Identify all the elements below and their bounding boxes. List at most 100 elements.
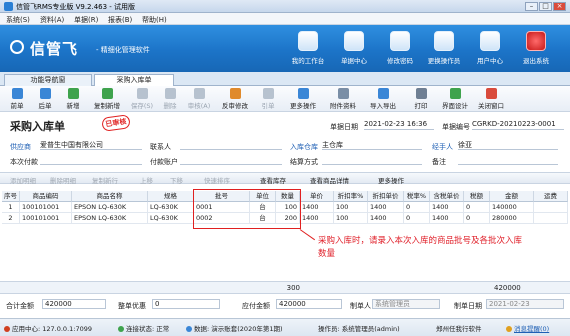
- attachments-button[interactable]: 附件资料: [325, 88, 361, 110]
- discount-field[interactable]: 0: [152, 299, 220, 309]
- handler-field[interactable]: 徐亚: [458, 140, 558, 150]
- more-icon: [297, 88, 309, 99]
- ui-design-button[interactable]: 界面设计: [437, 88, 473, 110]
- close-icon[interactable]: ×: [553, 2, 566, 11]
- cell-name[interactable]: EPSON LQ-630K: [72, 213, 148, 224]
- menu-bills[interactable]: 单据(R): [74, 15, 98, 25]
- add-row-button[interactable]: 添加明细: [10, 175, 36, 185]
- cell-freight[interactable]: [534, 202, 568, 213]
- menu-data[interactable]: 资料(A): [40, 15, 64, 25]
- col-header[interactable]: 商品编码: [20, 191, 72, 202]
- import-export-button[interactable]: 导入导出: [361, 88, 405, 110]
- print-button[interactable]: 打印: [405, 88, 437, 110]
- col-header[interactable]: 含税单价: [430, 191, 464, 202]
- copy-new-button[interactable]: 复制新增: [87, 88, 127, 110]
- cell-tax-rate[interactable]: 0: [404, 202, 430, 213]
- warehouse-field[interactable]: 主仓库: [322, 140, 422, 150]
- menu-help[interactable]: 帮助(H): [142, 15, 167, 25]
- message-link[interactable]: 消息提醒(0): [506, 323, 549, 333]
- copy-row-button[interactable]: 复制新行: [92, 175, 118, 185]
- cell-discount-price[interactable]: 1400: [368, 202, 404, 213]
- cell-discount[interactable]: 100: [334, 202, 368, 213]
- payable-field[interactable]: 420000: [276, 299, 342, 309]
- col-header[interactable]: 运费: [534, 191, 568, 202]
- prev-bill-button[interactable]: 前单: [3, 88, 31, 110]
- tab-navigation[interactable]: 功能导航窗: [4, 74, 92, 86]
- account-field[interactable]: [180, 155, 282, 165]
- exit-button[interactable]: 退出系统: [518, 31, 554, 69]
- view-stock-button[interactable]: 查看库存: [260, 175, 286, 185]
- change-password-button[interactable]: 修改密码: [382, 31, 418, 69]
- handler-label[interactable]: 经手人: [432, 142, 453, 152]
- cell-spec[interactable]: LQ-630K: [148, 213, 194, 224]
- minimize-icon[interactable]: –: [525, 2, 538, 11]
- menu-system[interactable]: 系统(S): [6, 15, 30, 25]
- col-header[interactable]: 折扣率%: [334, 191, 368, 202]
- unaudit-button[interactable]: 反审修改: [215, 88, 255, 110]
- cell-tax-rate[interactable]: 0: [404, 213, 430, 224]
- new-button[interactable]: 新增: [59, 88, 87, 110]
- workbench-button[interactable]: 我的工作台: [290, 31, 326, 69]
- cell-tax-amount[interactable]: 0: [464, 202, 490, 213]
- next-bill-button[interactable]: 后单: [31, 88, 59, 110]
- detail-more-button[interactable]: 更多操作: [378, 175, 404, 185]
- view-product-button[interactable]: 查看商品详情: [310, 175, 349, 185]
- cell-name[interactable]: EPSON LQ-630K: [72, 202, 148, 213]
- col-header[interactable]: 折扣单价: [368, 191, 404, 202]
- date-field[interactable]: 2021-02-23 16:36: [364, 120, 434, 130]
- remark-field[interactable]: [458, 155, 558, 165]
- cell-discount-price[interactable]: 1400: [368, 213, 404, 224]
- maximize-icon[interactable]: □: [539, 2, 552, 11]
- col-header[interactable]: 税率%: [404, 191, 430, 202]
- cell-price[interactable]: 1400: [300, 213, 334, 224]
- menu-reports[interactable]: 报表(B): [108, 15, 132, 25]
- col-header[interactable]: 单价: [300, 191, 334, 202]
- maker-field[interactable]: 系统管理员: [372, 299, 440, 309]
- cell-price[interactable]: 1400: [300, 202, 334, 213]
- import-export-icon: [377, 88, 389, 99]
- cell-spec[interactable]: LQ-630K: [148, 202, 194, 213]
- save-button[interactable]: 保存(S): [127, 88, 157, 110]
- make-date-field[interactable]: 2021-02-23: [486, 299, 564, 309]
- tab-purchase-inbound[interactable]: 采购入库单: [94, 74, 174, 86]
- cell-amount[interactable]: 280000: [490, 213, 534, 224]
- total-field[interactable]: 420000: [42, 299, 106, 309]
- payment-field[interactable]: [40, 155, 142, 165]
- supplier-label[interactable]: 供应商: [10, 142, 31, 152]
- supplier-field[interactable]: 爱普生中国有限公司: [40, 140, 142, 150]
- cell-code[interactable]: 100101001: [20, 202, 72, 213]
- quick-sort-button[interactable]: 快速排序: [204, 175, 230, 185]
- arrow-left-icon: [11, 88, 23, 99]
- import-bill-button[interactable]: 引单: [255, 88, 281, 110]
- plus-icon: [67, 88, 79, 99]
- move-up-button[interactable]: 上移: [140, 175, 153, 185]
- delete-button[interactable]: 删除: [157, 88, 183, 110]
- cell-code[interactable]: 100101001: [20, 213, 72, 224]
- user-icon: [480, 31, 500, 51]
- settle-field[interactable]: [322, 155, 422, 165]
- cell-amount[interactable]: 140000: [490, 202, 534, 213]
- switch-operator-button[interactable]: 更换操作员: [426, 31, 462, 69]
- cell-tax-price[interactable]: 1400: [430, 202, 464, 213]
- col-header[interactable]: 商品名称: [72, 191, 148, 202]
- cell-freight[interactable]: [534, 213, 568, 224]
- bill-no-field[interactable]: CGRKD-20210223-0001: [472, 120, 564, 130]
- col-header[interactable]: 金额: [490, 191, 534, 202]
- contact-field[interactable]: [180, 140, 282, 150]
- col-header[interactable]: 税额: [464, 191, 490, 202]
- detail-toolbar: 添加明细 删除明细 复制新行 上移 下移 快速排序 查看库存 查看商品详情 更多…: [0, 172, 570, 185]
- cell-tax-price[interactable]: 1400: [430, 213, 464, 224]
- user-center-button[interactable]: 用户中心: [472, 31, 508, 69]
- close-window-button[interactable]: 关闭窗口: [473, 88, 509, 110]
- warehouse-label[interactable]: 入库仓库: [290, 142, 318, 152]
- bill-center-button[interactable]: 单据中心: [336, 31, 372, 69]
- audit-button[interactable]: 审核(A): [183, 88, 215, 110]
- move-down-button[interactable]: 下移: [170, 175, 183, 185]
- cell-tax-amount[interactable]: 0: [464, 213, 490, 224]
- col-header[interactable]: 序号: [2, 191, 20, 202]
- col-header[interactable]: 规格: [148, 191, 194, 202]
- more-actions-button[interactable]: 更多操作: [281, 88, 325, 110]
- cell-discount[interactable]: 100: [334, 213, 368, 224]
- connection-icon: [118, 326, 124, 332]
- delete-row-button[interactable]: 删除明细: [50, 175, 76, 185]
